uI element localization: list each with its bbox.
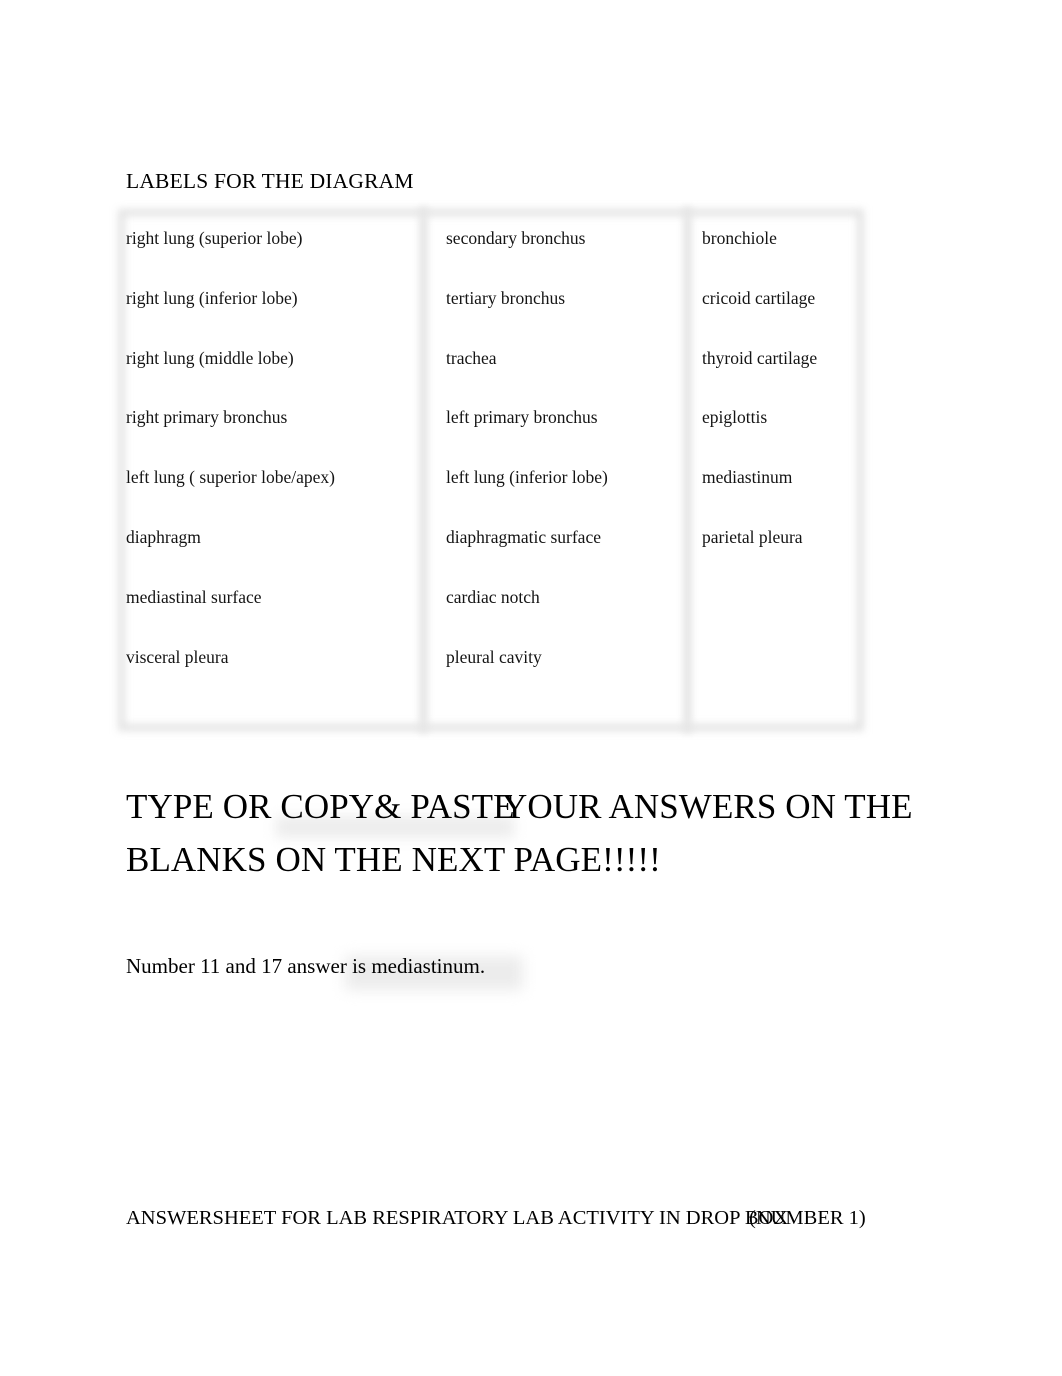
table-column-3: bronchiole cricoid cartilage thyroid car… bbox=[692, 205, 868, 735]
table-cell: trachea bbox=[446, 347, 497, 368]
instruction-title: TYPE OR COPY& PASTE YOUR ANSWERS ON THE … bbox=[126, 780, 956, 886]
table-cell: secondary bronchus bbox=[446, 228, 586, 248]
answer-note-value: mediastinum. bbox=[371, 954, 486, 978]
table-column-1: right lung (superior lobe) right lung (i… bbox=[112, 205, 428, 735]
table-cell: epiglottis bbox=[702, 407, 768, 428]
table-cell: thyroid cartilage bbox=[702, 347, 818, 368]
table-cell: right lung (superior lobe) bbox=[126, 228, 303, 248]
table-cell: pleural cavity bbox=[446, 646, 542, 667]
table-cell: diaphragmatic surface bbox=[446, 526, 601, 547]
table-cell: right lung (inferior lobe) bbox=[126, 287, 298, 308]
table-cell: left lung (inferior lobe) bbox=[446, 467, 608, 488]
table-cell: visceral pleura bbox=[126, 646, 229, 667]
footer-main-text: ANSWERSHEET FOR LAB RESPIRATORY LAB ACTI… bbox=[126, 1207, 789, 1229]
table-cell: right primary bronchus bbox=[126, 407, 288, 428]
table-cell: cricoid cartilage bbox=[702, 287, 816, 308]
table-cell: right lung (middle lobe) bbox=[126, 347, 294, 368]
instruction-title-segment-overlap: YOUR ANSWERS ON THE bbox=[502, 787, 913, 826]
table-cell: parietal pleura bbox=[702, 526, 803, 547]
table-cell: cardiac notch bbox=[446, 586, 540, 607]
answer-note: Number 11 and 17 answer is mediastinum. bbox=[126, 952, 485, 980]
instruction-title-line-1: TYPE OR COPY& PASTE YOUR ANSWERS ON THE bbox=[126, 780, 956, 833]
footer-text: ANSWERSHEET FOR LAB RESPIRATORY LAB ACTI… bbox=[126, 1203, 986, 1237]
table-cell: tertiary bronchus bbox=[446, 287, 566, 308]
instruction-title-segment-a: TYPE OR COPY& PASTE bbox=[126, 787, 515, 826]
table-cell: left lung ( superior lobe/apex) bbox=[126, 467, 335, 488]
table-cell: diaphragm bbox=[126, 526, 201, 547]
instruction-title-line-2: BLANKS ON THE NEXT PAGE!!!!! bbox=[126, 833, 956, 886]
table-cell: mediastinum bbox=[702, 467, 793, 488]
instruction-title-segment-b: BLANKS ON THE NEXT PAGE!!!!! bbox=[126, 840, 661, 879]
footer-overlap-text: (NUMBER 1) bbox=[749, 1207, 866, 1229]
labels-table: right lung (superior lobe) right lung (i… bbox=[112, 205, 868, 735]
answer-note-prefix: Number 11 and 17 answer is bbox=[126, 954, 372, 978]
table-cell: mediastinal surface bbox=[126, 586, 262, 607]
document-page: LABELS FOR THE DIAGRAM right lung (super… bbox=[0, 0, 1062, 1376]
table-cell: bronchiole bbox=[702, 228, 777, 248]
table-cell: left primary bronchus bbox=[446, 407, 598, 428]
table-column-2: secondary bronchus tertiary bronchus tra… bbox=[428, 205, 692, 735]
page-title: LABELS FOR THE DIAGRAM bbox=[126, 169, 414, 193]
